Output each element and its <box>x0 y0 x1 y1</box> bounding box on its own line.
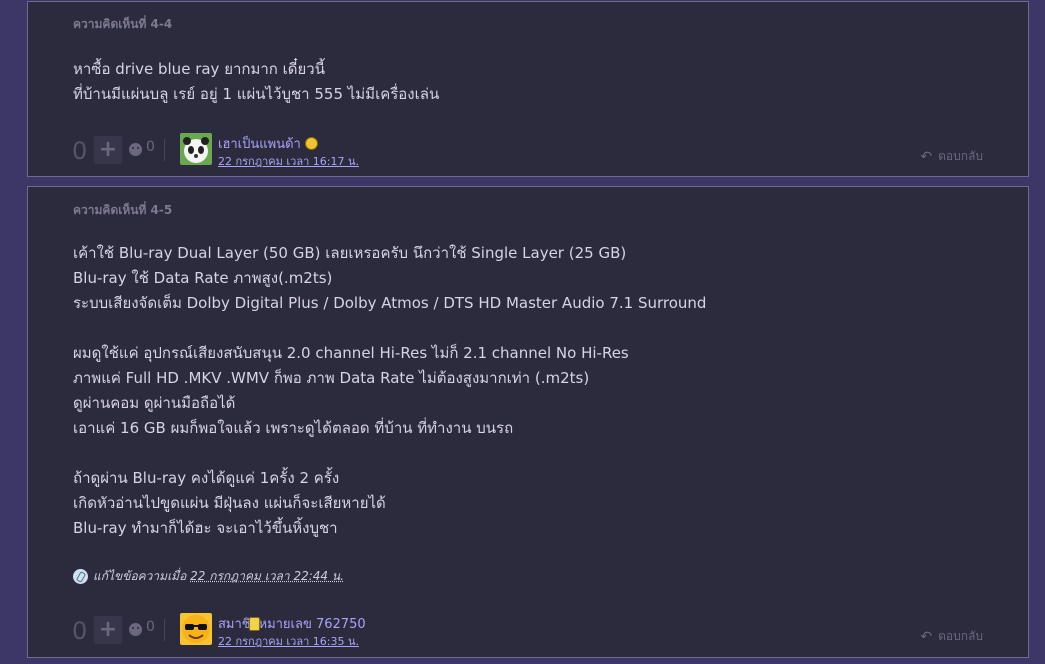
emotion-count: 0 <box>146 619 155 635</box>
reply-button[interactable]: ↶ ตอบกลับ <box>920 627 983 646</box>
plus-vote-button[interactable]: + <box>94 136 122 164</box>
emotion-icon[interactable] <box>129 623 142 636</box>
comment-label: ความคิดเห็นที่ 4-4 <box>73 17 173 31</box>
reply-arrow-icon: ↶ <box>920 148 933 165</box>
avatar[interactable] <box>180 133 212 165</box>
comment-body: หาซื้อ drive blue ray ยากมาก เดี๋ยวนี้ ท… <box>73 60 440 103</box>
panda-avatar-icon <box>180 133 212 165</box>
comment-card: ความคิดเห็นที่ 4-5 เค้าใช้ Blu-ray Dual … <box>27 186 1029 658</box>
vote-count: 0 <box>72 137 88 165</box>
reply-button[interactable]: ↶ ตอบกลับ <box>920 147 983 166</box>
divider <box>164 619 165 641</box>
reply-label: ตอบกลับ <box>938 149 983 163</box>
comment-footer: 0 + 0 เฮาเป็นแพนด้า 22 กรกฎาคม เวลา 16:1… <box>72 133 1028 170</box>
edit-prefix: แก้ไขข้อความเมื่อ <box>93 569 187 583</box>
comment-label: ความคิดเห็นที่ 4-5 <box>73 203 173 217</box>
reply-arrow-icon: ↶ <box>920 628 933 645</box>
author-name-text: สมาชิกหมายเลข 762750 <box>218 617 366 632</box>
comment-body: เค้าใช้ Blu-ray Dual Layer (50 GB) เลยเห… <box>73 244 707 537</box>
member-badge-icon <box>249 616 260 631</box>
smiley-badge-icon <box>304 137 318 150</box>
reply-label: ตอบกลับ <box>938 629 983 643</box>
edit-icon <box>73 569 88 584</box>
author-name[interactable]: เฮาเป็นแพนด้า <box>218 133 318 154</box>
emotion-icon[interactable] <box>129 143 142 156</box>
avatar[interactable] <box>180 613 212 645</box>
vote-count: 0 <box>72 617 88 645</box>
comment-footer: 0 + 0 สมาชิกหมายเลข 762750 22 กรกฎาคม เว… <box>72 613 1028 650</box>
author-name-text: เฮาเป็นแพนด้า <box>218 137 301 152</box>
plus-vote-button[interactable]: + <box>94 616 122 644</box>
comment-card: ความคิดเห็นที่ 4-4 หาซื้อ drive blue ray… <box>27 1 1029 177</box>
edit-time: 22 กรกฎาคม เวลา 22:44 น. <box>190 569 344 583</box>
post-time[interactable]: 22 กรกฎาคม เวลา 16:35 น. <box>218 632 359 650</box>
author-name[interactable]: สมาชิกหมายเลข 762750 <box>218 613 366 634</box>
emotion-count: 0 <box>146 139 155 155</box>
edit-note: แก้ไขข้อความเมื่อ 22 กรกฎาคม เวลา 22:44 … <box>73 567 344 586</box>
post-time[interactable]: 22 กรกฎาคม เวลา 16:17 น. <box>218 152 359 170</box>
divider <box>164 139 165 161</box>
sunglasses-smiley-avatar-icon <box>180 613 212 645</box>
